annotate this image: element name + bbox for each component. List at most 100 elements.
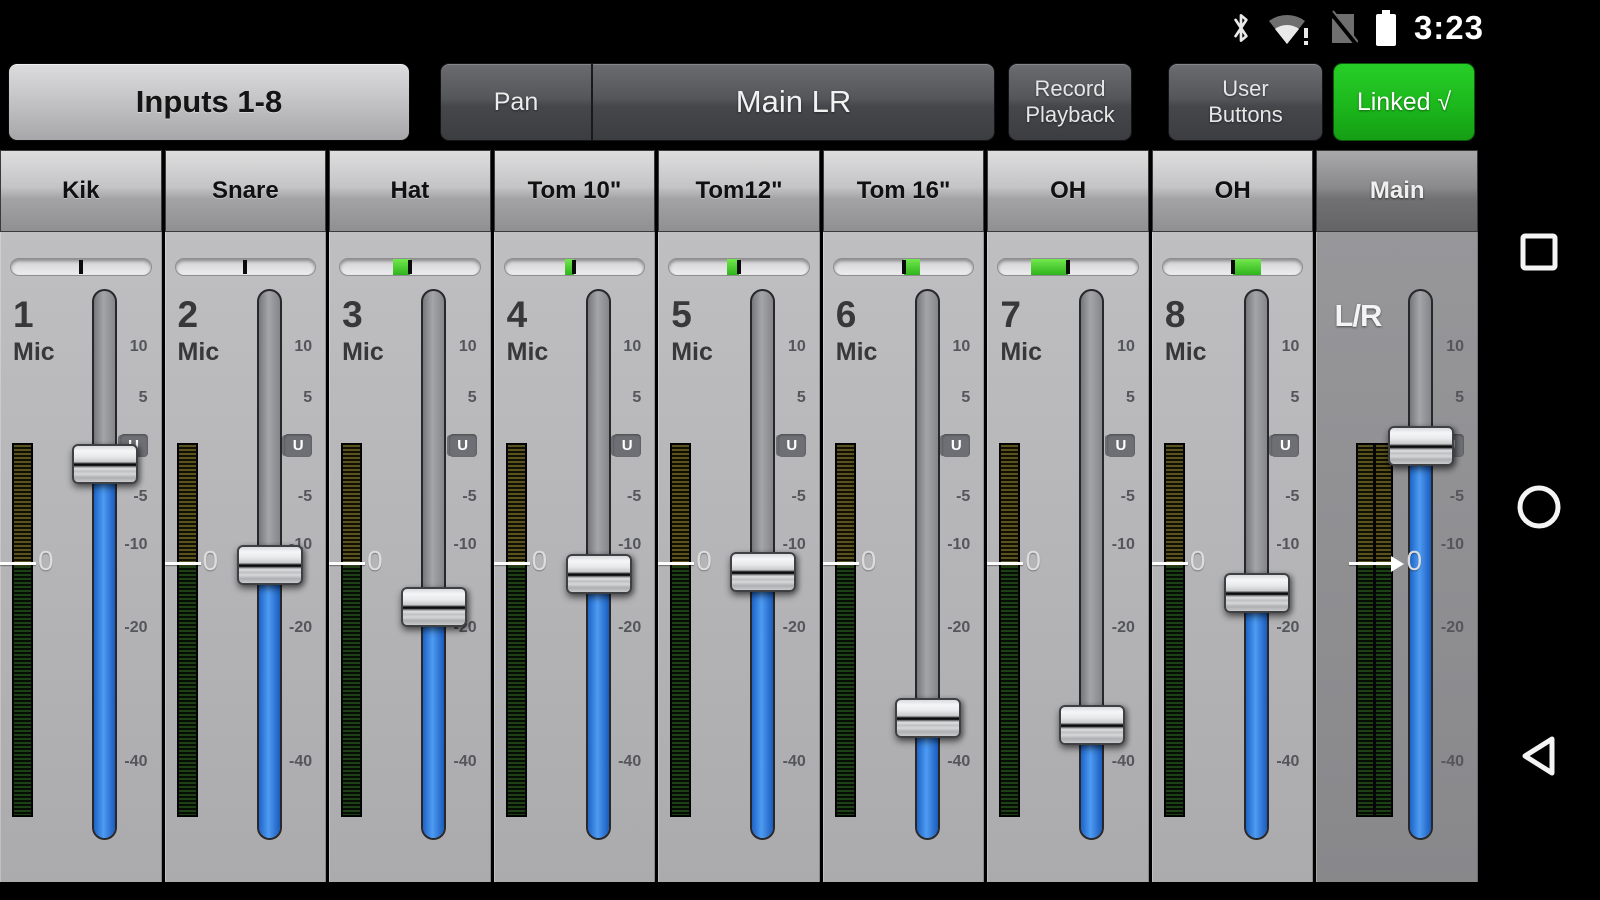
level-meter	[177, 443, 198, 817]
fader-fill	[1246, 593, 1267, 838]
unity-gain-badge: U	[613, 434, 641, 457]
inputs-1-8-button[interactable]: Inputs 1-8	[8, 63, 410, 141]
linked-toggle-button[interactable]: Linked √	[1333, 63, 1475, 141]
channel-number: 7	[1000, 294, 1021, 336]
fader-handle[interactable]	[401, 587, 467, 627]
main-header[interactable]: Main	[1316, 150, 1478, 232]
meter-zero-label: 0	[203, 545, 219, 577]
pan-center-tick	[572, 260, 576, 274]
fader-handle[interactable]	[730, 552, 796, 592]
channel-header-3[interactable]: Hat	[329, 150, 491, 232]
level-meter	[341, 443, 362, 817]
unity-gain-badge: U	[284, 434, 312, 457]
meter-zero-label: 0	[367, 545, 383, 577]
user-buttons-button[interactable]: UserButtons	[1168, 63, 1323, 141]
channel-strip-5: 5 Mic 0 105 -5-10 -20-40 U	[658, 232, 820, 882]
meter-zero-line	[823, 562, 859, 565]
channel-number: 3	[342, 294, 363, 336]
channel-source-label: Mic	[507, 338, 549, 367]
channel-strip-8: 8 Mic 0 105 -5-10 -20-40 U	[1152, 232, 1314, 882]
fader-handle[interactable]	[1059, 705, 1125, 745]
main-strip: L/R 0 105 -5-10 -20-40 U	[1316, 232, 1478, 882]
channel-header-2[interactable]: Snare	[165, 150, 327, 232]
battery-icon	[1374, 9, 1398, 47]
level-meter	[1164, 443, 1185, 817]
channel-source-label: Mic	[671, 338, 713, 367]
top-toolbar: Inputs 1-8 Pan Main LR RecordPlayback Us…	[0, 55, 1478, 150]
channel-source-label: Mic	[13, 338, 55, 367]
pan-slider[interactable]	[504, 258, 646, 276]
fader-handle[interactable]	[72, 444, 138, 484]
pan-center-tick	[79, 260, 83, 274]
fader-track[interactable]	[915, 289, 940, 840]
channel-header-7[interactable]: OH	[987, 150, 1149, 232]
pan-button[interactable]: Pan	[441, 64, 593, 140]
meter-zero-line	[1152, 562, 1188, 565]
fader-handle[interactable]	[895, 698, 961, 738]
pan-center-tick	[1231, 260, 1235, 274]
home-icon[interactable]	[1515, 483, 1563, 531]
channel-header-1[interactable]: Kik	[0, 150, 162, 232]
pan-slider[interactable]	[668, 258, 810, 276]
pan-slider[interactable]	[997, 258, 1139, 276]
channel-source-label: Mic	[178, 338, 220, 367]
channel-number: 2	[178, 294, 199, 336]
meter-zero-line	[329, 562, 365, 565]
unity-gain-badge: U	[942, 434, 970, 457]
level-meter	[670, 443, 691, 817]
pan-slider[interactable]	[10, 258, 152, 276]
unity-gain-badge: U	[449, 434, 477, 457]
unity-gain-badge: U	[778, 434, 806, 457]
fader-track[interactable]	[421, 289, 446, 840]
channel-source-label: Mic	[342, 338, 384, 367]
fader-fill	[588, 574, 609, 838]
main-fader-handle[interactable]	[1388, 426, 1454, 466]
pan-slider[interactable]	[339, 258, 481, 276]
fader-track[interactable]	[1079, 289, 1104, 840]
meter-zero-label: 0	[532, 545, 548, 577]
fader-handle[interactable]	[237, 545, 303, 585]
pan-slider[interactable]	[175, 258, 317, 276]
wifi-alert-icon	[1268, 10, 1312, 46]
meter-zero-label: 0	[38, 545, 54, 577]
back-icon[interactable]	[1516, 733, 1562, 779]
channel-number: 6	[836, 294, 857, 336]
channel-header-5[interactable]: Tom12"	[658, 150, 820, 232]
meter-zero-label: 0	[1190, 545, 1206, 577]
level-meter	[12, 443, 33, 817]
bottom-spacer	[0, 882, 1478, 900]
meter-zero-label: 0	[861, 545, 877, 577]
pan-center-tick	[902, 260, 906, 274]
channel-header-row: Kik Snare Hat Tom 10" Tom12" Tom 16" OH …	[0, 150, 1478, 232]
channel-header-4[interactable]: Tom 10"	[494, 150, 656, 232]
channel-strip-7: 7 Mic 0 105 -5-10 -20-40 U	[987, 232, 1149, 882]
level-meter	[999, 443, 1020, 817]
status-bar: 3:23	[0, 0, 1600, 55]
level-meter	[506, 443, 527, 817]
channel-strip-2: 2 Mic 0 105 -5-10 -20-40 U	[165, 232, 327, 882]
channel-header-6[interactable]: Tom 16"	[823, 150, 985, 232]
fader-track[interactable]	[92, 289, 117, 840]
fader-handle[interactable]	[1224, 573, 1290, 613]
main-lr-button[interactable]: Main LR	[593, 64, 994, 140]
unity-gain-badge: U	[1271, 434, 1299, 457]
pan-slider[interactable]	[1162, 258, 1304, 276]
unity-gain-badge: U	[1107, 434, 1135, 457]
fader-track[interactable]	[1244, 289, 1269, 840]
meter-zero-label: 0	[1406, 545, 1422, 577]
fader-handle[interactable]	[566, 554, 632, 594]
bluetooth-icon	[1230, 10, 1252, 46]
meter-zero-line	[0, 562, 36, 565]
channel-header-8[interactable]: OH	[1152, 150, 1314, 232]
fader-fill	[1410, 447, 1431, 838]
pan-center-tick	[1066, 260, 1070, 274]
channel-number: 1	[13, 294, 34, 336]
meter-zero-line	[658, 562, 694, 565]
channel-source-label: Mic	[1000, 338, 1042, 367]
recents-icon[interactable]	[1519, 232, 1559, 272]
record-playback-button[interactable]: RecordPlayback	[1008, 63, 1132, 141]
pan-slider[interactable]	[833, 258, 975, 276]
meter-zero-line	[987, 562, 1023, 565]
channel-strip-4: 4 Mic 0 105 -5-10 -20-40 U	[494, 232, 656, 882]
meter-zero-line	[1349, 562, 1393, 565]
